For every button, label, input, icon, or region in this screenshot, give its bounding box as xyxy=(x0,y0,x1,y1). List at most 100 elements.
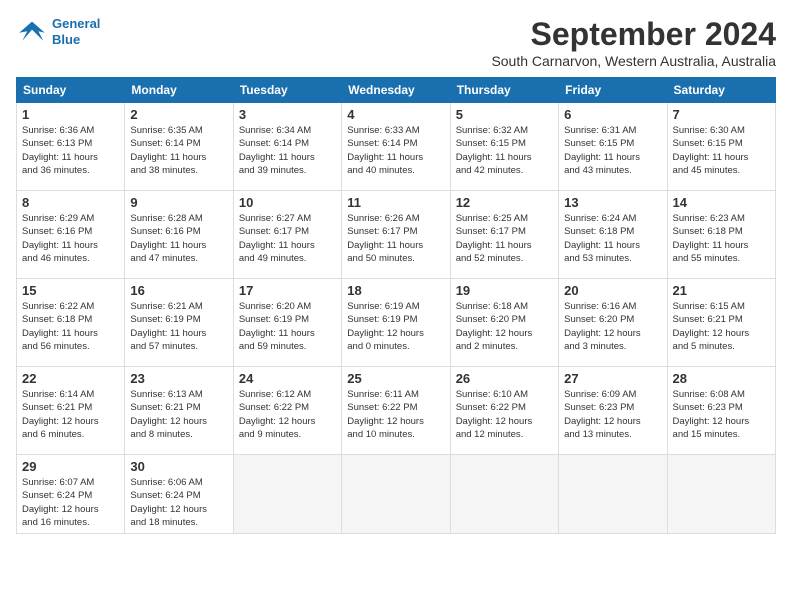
day-number: 16 xyxy=(130,283,227,298)
calendar-cell xyxy=(450,455,558,534)
weekday-header-sunday: Sunday xyxy=(17,78,125,103)
day-number: 12 xyxy=(456,195,553,210)
calendar-cell: 20Sunrise: 6:16 AM Sunset: 6:20 PM Dayli… xyxy=(559,279,667,367)
day-info: Sunrise: 6:09 AM Sunset: 6:23 PM Dayligh… xyxy=(564,388,661,441)
location-subtitle: South Carnarvon, Western Australia, Aust… xyxy=(491,53,776,69)
day-number: 21 xyxy=(673,283,770,298)
day-number: 22 xyxy=(22,371,119,386)
calendar-cell: 25Sunrise: 6:11 AM Sunset: 6:22 PM Dayli… xyxy=(342,367,450,455)
calendar-cell: 14 Sunrise: 6:23 AM Sunset: 6:18 PM Dayli… xyxy=(667,191,775,279)
calendar-cell: 4 Sunrise: 6:33 AM Sunset: 6:14 PM Daylig… xyxy=(342,103,450,191)
calendar-cell: 26 Sunrise: 6:10 AM Sunset: 6:22 PM Dayli… xyxy=(450,367,558,455)
day-info: Sunrise: 6:33 AM Sunset: 6:14 PM Dayligh… xyxy=(347,124,444,177)
week-row-5: 29 Sunrise: 6:07 AM Sunset: 6:24 PM Dayli… xyxy=(17,455,776,534)
day-number: 28 xyxy=(673,371,770,386)
day-info: Sunrise: 6:29 AM Sunset: 6:16 PM Dayligh… xyxy=(22,212,119,265)
day-info: Sunrise: 6:31 AM Sunset: 6:15 PM Dayligh… xyxy=(564,124,661,177)
day-info: Sunrise: 6:28 AM Sunset: 6:16 PM Dayligh… xyxy=(130,212,227,265)
day-info: Sunrise: 6:10 AM Sunset: 6:22 PM Dayligh… xyxy=(456,388,553,441)
calendar-cell: 16 Sunrise: 6:21 AM Sunset: 6:19 PM Dayli… xyxy=(125,279,233,367)
calendar-cell: 11 Sunrise: 6:26 AM Sunset: 6:17 PM Dayli… xyxy=(342,191,450,279)
calendar-cell: 28 Sunrise: 6:08 AM Sunset: 6:23 PM Dayli… xyxy=(667,367,775,455)
calendar-cell: 21 Sunrise: 6:15 AM Sunset: 6:21 PM Dayli… xyxy=(667,279,775,367)
calendar-cell: 29 Sunrise: 6:07 AM Sunset: 6:24 PM Dayli… xyxy=(17,455,125,534)
day-info: Sunrise: 6:27 AM Sunset: 6:17 PM Dayligh… xyxy=(239,212,336,265)
day-info: Sunrise: 6:07 AM Sunset: 6:24 PM Dayligh… xyxy=(22,476,119,529)
logo-icon xyxy=(16,18,48,46)
calendar-cell: 18 Sunrise: 6:19 AM Sunset: 6:19 PM Dayli… xyxy=(342,279,450,367)
day-number: 4 xyxy=(347,107,444,122)
day-info: Sunrise: 6:14 AM Sunset: 6:21 PM Dayligh… xyxy=(22,388,119,441)
day-info: Sunrise: 6:36 AM Sunset: 6:13 PM Dayligh… xyxy=(22,124,119,177)
calendar-cell: 9Sunrise: 6:28 AM Sunset: 6:16 PM Daylig… xyxy=(125,191,233,279)
calendar-cell: 10 Sunrise: 6:27 AM Sunset: 6:17 PM Dayli… xyxy=(233,191,341,279)
day-info: Sunrise: 6:12 AM Sunset: 6:22 PM Dayligh… xyxy=(239,388,336,441)
week-row-3: 15 Sunrise: 6:22 AM Sunset: 6:18 PM Dayli… xyxy=(17,279,776,367)
calendar-cell: 12Sunrise: 6:25 AM Sunset: 6:17 PM Dayli… xyxy=(450,191,558,279)
weekday-header-friday: Friday xyxy=(559,78,667,103)
calendar-cell: 24Sunrise: 6:12 AM Sunset: 6:22 PM Dayli… xyxy=(233,367,341,455)
day-number: 15 xyxy=(22,283,119,298)
logo: General Blue xyxy=(16,16,100,47)
day-info: Sunrise: 6:24 AM Sunset: 6:18 PM Dayligh… xyxy=(564,212,661,265)
calendar-cell: 27 Sunrise: 6:09 AM Sunset: 6:23 PM Dayli… xyxy=(559,367,667,455)
calendar-body: 1 Sunrise: 6:36 AM Sunset: 6:13 PM Daylig… xyxy=(17,103,776,534)
month-title: September 2024 xyxy=(491,16,776,53)
logo-text: General Blue xyxy=(52,16,100,47)
calendar-cell: 22 Sunrise: 6:14 AM Sunset: 6:21 PM Dayli… xyxy=(17,367,125,455)
day-number: 3 xyxy=(239,107,336,122)
day-number: 27 xyxy=(564,371,661,386)
day-info: Sunrise: 6:15 AM Sunset: 6:21 PM Dayligh… xyxy=(673,300,770,353)
day-info: Sunrise: 6:13 AM Sunset: 6:21 PM Dayligh… xyxy=(130,388,227,441)
calendar-cell xyxy=(342,455,450,534)
calendar-cell: 15 Sunrise: 6:22 AM Sunset: 6:18 PM Dayli… xyxy=(17,279,125,367)
day-info: Sunrise: 6:06 AM Sunset: 6:24 PM Dayligh… xyxy=(130,476,227,529)
weekday-header-tuesday: Tuesday xyxy=(233,78,341,103)
calendar-cell: 8 Sunrise: 6:29 AM Sunset: 6:16 PM Daylig… xyxy=(17,191,125,279)
calendar-cell: 2 Sunrise: 6:35 AM Sunset: 6:14 PM Daylig… xyxy=(125,103,233,191)
day-info: Sunrise: 6:30 AM Sunset: 6:15 PM Dayligh… xyxy=(673,124,770,177)
day-number: 30 xyxy=(130,459,227,474)
day-number: 8 xyxy=(22,195,119,210)
weekday-header-thursday: Thursday xyxy=(450,78,558,103)
page-header: General Blue September 2024 South Carnar… xyxy=(16,16,776,69)
day-info: Sunrise: 6:32 AM Sunset: 6:15 PM Dayligh… xyxy=(456,124,553,177)
day-number: 1 xyxy=(22,107,119,122)
calendar-cell: 1 Sunrise: 6:36 AM Sunset: 6:13 PM Daylig… xyxy=(17,103,125,191)
day-number: 10 xyxy=(239,195,336,210)
calendar-cell: 19 Sunrise: 6:18 AM Sunset: 6:20 PM Dayli… xyxy=(450,279,558,367)
day-number: 14 xyxy=(673,195,770,210)
day-info: Sunrise: 6:22 AM Sunset: 6:18 PM Dayligh… xyxy=(22,300,119,353)
calendar-cell: 30 Sunrise: 6:06 AM Sunset: 6:24 PM Dayli… xyxy=(125,455,233,534)
week-row-2: 8 Sunrise: 6:29 AM Sunset: 6:16 PM Daylig… xyxy=(17,191,776,279)
day-info: Sunrise: 6:35 AM Sunset: 6:14 PM Dayligh… xyxy=(130,124,227,177)
day-number: 17 xyxy=(239,283,336,298)
day-info: Sunrise: 6:08 AM Sunset: 6:23 PM Dayligh… xyxy=(673,388,770,441)
day-info: Sunrise: 6:19 AM Sunset: 6:19 PM Dayligh… xyxy=(347,300,444,353)
day-number: 6 xyxy=(564,107,661,122)
week-row-1: 1 Sunrise: 6:36 AM Sunset: 6:13 PM Daylig… xyxy=(17,103,776,191)
day-number: 13 xyxy=(564,195,661,210)
day-info: Sunrise: 6:18 AM Sunset: 6:20 PM Dayligh… xyxy=(456,300,553,353)
day-number: 18 xyxy=(347,283,444,298)
calendar-cell: 17 Sunrise: 6:20 AM Sunset: 6:19 PM Dayli… xyxy=(233,279,341,367)
calendar-cell xyxy=(233,455,341,534)
weekday-header-saturday: Saturday xyxy=(667,78,775,103)
day-number: 26 xyxy=(456,371,553,386)
day-number: 29 xyxy=(22,459,119,474)
day-number: 7 xyxy=(673,107,770,122)
calendar-cell: 23Sunrise: 6:13 AM Sunset: 6:21 PM Dayli… xyxy=(125,367,233,455)
day-info: Sunrise: 6:21 AM Sunset: 6:19 PM Dayligh… xyxy=(130,300,227,353)
day-number: 11 xyxy=(347,195,444,210)
day-number: 2 xyxy=(130,107,227,122)
day-info: Sunrise: 6:23 AM Sunset: 6:18 PM Dayligh… xyxy=(673,212,770,265)
day-info: Sunrise: 6:20 AM Sunset: 6:19 PM Dayligh… xyxy=(239,300,336,353)
calendar-cell xyxy=(667,455,775,534)
day-info: Sunrise: 6:11 AM Sunset: 6:22 PM Dayligh… xyxy=(347,388,444,441)
day-number: 19 xyxy=(456,283,553,298)
day-number: 5 xyxy=(456,107,553,122)
day-info: Sunrise: 6:34 AM Sunset: 6:14 PM Dayligh… xyxy=(239,124,336,177)
day-info: Sunrise: 6:26 AM Sunset: 6:17 PM Dayligh… xyxy=(347,212,444,265)
day-info: Sunrise: 6:16 AM Sunset: 6:20 PM Dayligh… xyxy=(564,300,661,353)
weekday-header-wednesday: Wednesday xyxy=(342,78,450,103)
